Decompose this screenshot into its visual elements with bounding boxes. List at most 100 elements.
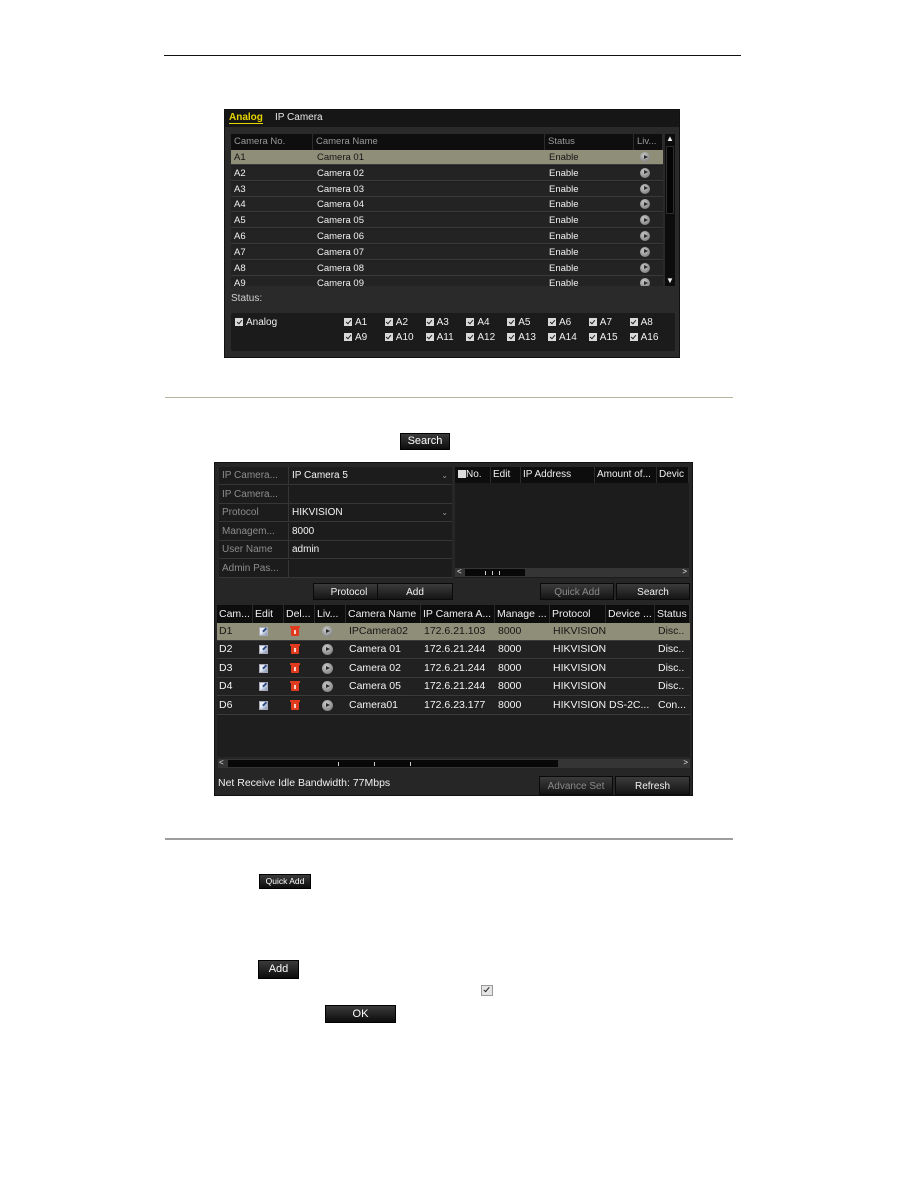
table-row[interactable]: D3 Camera 02 172.6.21.244 8000 HIKVISION Disc… <box>217 659 690 678</box>
scrollbar-thumb[interactable] <box>465 569 525 576</box>
table-row[interactable]: A3 Camera 03 Enable <box>231 181 663 197</box>
table-row[interactable]: A4 Camera 04 Enable <box>231 197 663 213</box>
column-header-live[interactable]: Liv... <box>634 134 663 150</box>
delete-icon[interactable] <box>290 644 300 655</box>
table-row[interactable]: D1 IPCamera02 172.6.21.103 8000 HIKVISION Dis… <box>217 623 690 641</box>
channel-checkbox[interactable]: A6 <box>548 317 571 329</box>
live-view-icon[interactable] <box>322 681 333 693</box>
select-all-checkbox[interactable] <box>458 470 466 478</box>
live-view-icon[interactable] <box>640 231 650 241</box>
table-row[interactable]: D4 Camera 05 172.6.21.244 8000 HIKVISION Disc… <box>217 678 690 697</box>
delete-icon[interactable] <box>290 662 300 673</box>
edit-icon[interactable] <box>259 627 268 636</box>
column-header-camera-no[interactable]: Camera No. <box>231 134 313 150</box>
column-header-no[interactable]: No. <box>455 467 491 483</box>
delete-icon[interactable] <box>290 626 300 636</box>
channel-checkbox[interactable]: A8 <box>629 317 653 329</box>
table-row[interactable]: A2 Camera 02 Enable <box>231 165 663 181</box>
column-header-status[interactable]: Status <box>655 605 690 623</box>
field-value[interactable]: admin <box>292 541 319 558</box>
edit-icon[interactable] <box>259 700 268 710</box>
inline-search-button[interactable]: Search <box>400 433 450 450</box>
scroll-left-icon[interactable]: < <box>457 567 462 577</box>
protocol-button[interactable]: Protocol <box>313 583 385 600</box>
live-view-icon[interactable] <box>640 183 650 194</box>
quick-add-button[interactable]: Quick Add <box>540 583 614 600</box>
column-header-edit[interactable]: Edit <box>253 605 284 623</box>
channel-checkbox[interactable]: A7 <box>588 317 612 329</box>
live-view-icon[interactable] <box>322 662 333 674</box>
live-view-icon[interactable] <box>640 246 650 257</box>
channel-checkbox[interactable]: A9 <box>344 332 367 344</box>
table-row[interactable]: D6 Camera01 172.6.23.177 8000 HIKVISION DS-2C… <box>217 696 690 715</box>
column-header-management-port[interactable]: Manage ... <box>495 605 550 623</box>
table-row[interactable]: A9 Camera 09 Enable <box>231 276 663 286</box>
table-row[interactable]: A5 Camera 05 Enable <box>231 213 663 229</box>
live-view-icon[interactable] <box>322 626 333 637</box>
channel-checkbox[interactable]: A3 <box>425 317 449 329</box>
refresh-button[interactable]: Refresh <box>615 776 690 795</box>
table-row[interactable]: A8 Camera 08 Enable <box>231 260 663 276</box>
analog-checkbox[interactable]: Analog <box>235 317 277 329</box>
edit-icon[interactable] <box>259 645 268 655</box>
live-view-icon[interactable] <box>640 199 650 210</box>
table-row[interactable]: A6 Camera 06 Enable <box>231 229 663 244</box>
channel-checkbox[interactable]: A13 <box>507 332 536 344</box>
channel-checkbox[interactable]: A2 <box>384 317 408 329</box>
channel-checkbox[interactable]: A11 <box>425 332 454 344</box>
tab-ip-camera[interactable]: IP Camera <box>275 112 323 123</box>
scrollbar-thumb[interactable] <box>666 146 674 214</box>
column-header-live[interactable]: Liv... <box>315 605 346 623</box>
add-button[interactable]: Add <box>377 583 453 600</box>
column-header-camera-name[interactable]: Camera Name <box>346 605 421 623</box>
field-value[interactable]: 8000 <box>292 523 314 540</box>
live-view-icon[interactable] <box>640 215 650 226</box>
table-row[interactable]: A7 Camera 07 Enable <box>231 244 663 260</box>
column-header-delete[interactable]: Del... <box>284 605 315 623</box>
table-row[interactable]: A1 Camera 01 Enable <box>231 150 663 165</box>
channel-checkbox[interactable]: A1 <box>344 317 367 329</box>
live-view-icon[interactable] <box>640 152 650 162</box>
live-view-icon[interactable] <box>640 262 650 273</box>
inline-add-button[interactable]: Add <box>258 960 299 979</box>
scroll-down-icon[interactable]: ▼ <box>665 276 675 286</box>
table-horizontal-scrollbar[interactable]: < > <box>218 758 690 768</box>
column-header-camera[interactable]: Cam... <box>217 605 253 623</box>
scroll-up-icon[interactable]: ▲ <box>665 134 675 144</box>
channel-checkbox[interactable]: A12 <box>466 332 495 344</box>
edit-icon[interactable] <box>259 682 268 692</box>
advance-set-button[interactable]: Advance Set <box>539 776 613 795</box>
live-view-icon[interactable] <box>322 699 333 711</box>
inline-ok-button[interactable]: OK <box>325 1005 396 1023</box>
channel-checkbox[interactable]: A4 <box>466 317 490 329</box>
scroll-right-icon[interactable]: > <box>683 758 688 768</box>
delete-icon[interactable] <box>290 681 300 692</box>
column-header-ip-address[interactable]: IP Address <box>521 467 595 483</box>
table-row[interactable]: D2 Camera 01 172.6.21.244 8000 HIKVISION Disc… <box>217 641 690 660</box>
column-header-ip-camera-address[interactable]: IP Camera A... <box>421 605 495 623</box>
channel-checkbox[interactable]: A10 <box>384 332 414 344</box>
column-header-status[interactable]: Status <box>545 134 634 150</box>
column-header-amount[interactable]: Amount of... <box>595 467 657 483</box>
inline-quick-add-button[interactable]: Quick Add <box>259 874 311 889</box>
live-view-icon[interactable] <box>640 167 650 178</box>
column-header-device-model[interactable]: Device ... <box>606 605 655 623</box>
scroll-right-icon[interactable]: > <box>682 567 687 577</box>
chevron-down-icon[interactable]: ⌄ <box>441 467 448 484</box>
channel-checkbox[interactable]: A16 <box>629 332 658 344</box>
channel-checkbox[interactable]: A14 <box>548 332 577 344</box>
channel-checkbox[interactable]: A15 <box>588 332 618 344</box>
column-header-camera-name[interactable]: Camera Name <box>313 134 545 150</box>
column-header-edit[interactable]: Edit <box>491 467 521 483</box>
chevron-down-icon[interactable]: ⌄ <box>441 504 448 521</box>
edit-icon[interactable] <box>259 663 268 673</box>
scroll-left-icon[interactable]: < <box>219 758 224 768</box>
live-view-icon[interactable] <box>640 278 650 286</box>
column-header-protocol[interactable]: Protocol <box>550 605 606 623</box>
vertical-scrollbar[interactable]: ▲ ▼ <box>665 134 675 286</box>
inline-checkbox-checked[interactable] <box>481 985 493 996</box>
search-button[interactable]: Search <box>616 583 690 600</box>
tab-analog[interactable]: Analog <box>229 112 263 124</box>
live-view-icon[interactable] <box>322 644 333 656</box>
field-value[interactable]: HIKVISION <box>292 504 343 521</box>
